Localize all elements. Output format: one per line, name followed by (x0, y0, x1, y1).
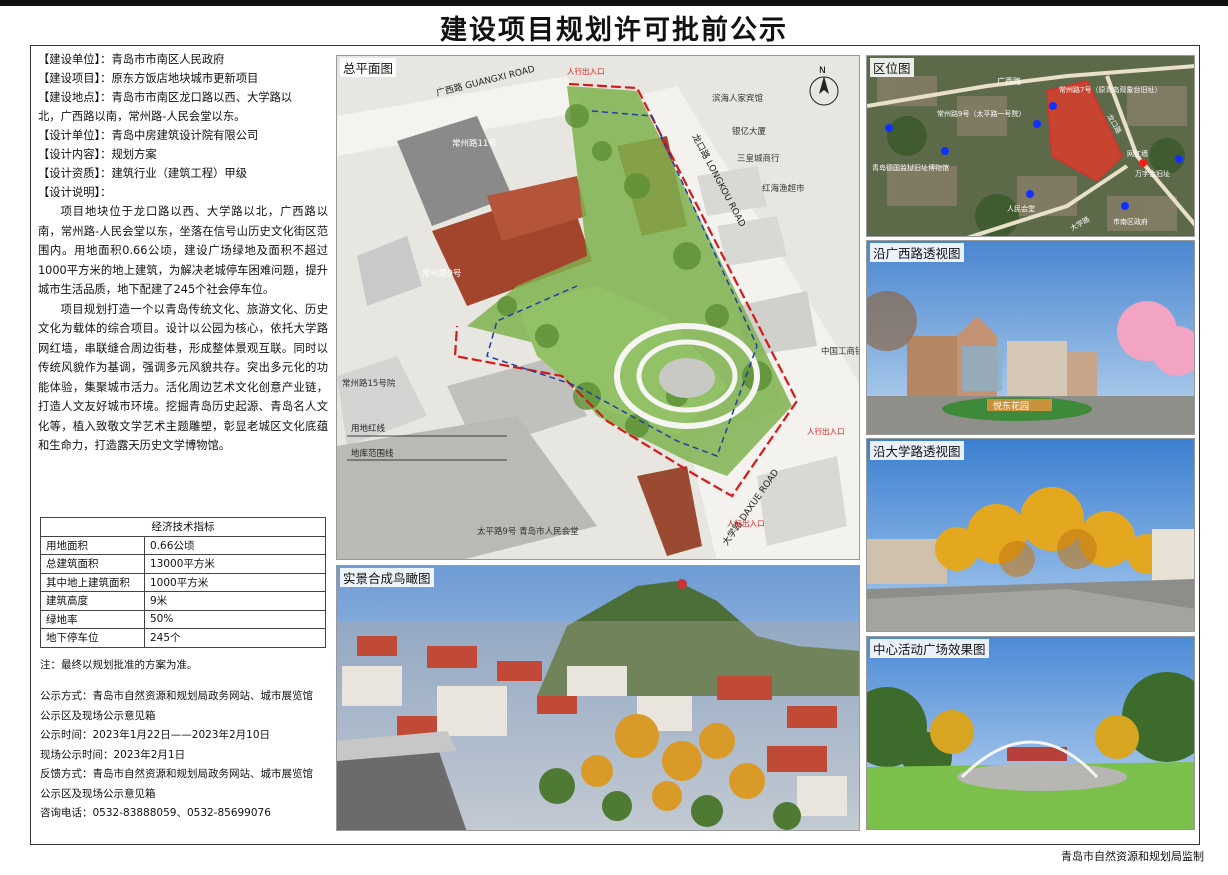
label-honghai: 红海渔超市 (762, 183, 805, 194)
loc-changzhou9: 常州路9号（太平路一号院） (937, 109, 1025, 118)
description-paragraph-2: 项目规划打造一个以青岛传统文化、旅游文化、历史文化为载体的综合项目。设计以公园为… (38, 302, 328, 453)
footer-credit: 青岛市自然资源和规划局监制 (1061, 850, 1204, 863)
label-taiping9: 太平路9号 青岛市人民会堂 (477, 526, 579, 537)
top-black-bar (0, 0, 1228, 6)
pub-line: 公示时间：2023年1月22日——2023年2月10日 (40, 729, 271, 741)
info-row-content: 【设计内容】：规划方案 (38, 148, 157, 161)
label-changzhou15: 常州路15号院 (342, 378, 396, 389)
location-map: 广西路 常州路7号（原青岛观象台旧址） 常州路9号（太平路一号院） 青岛德国监狱… (867, 56, 1194, 236)
pub-line: 公示区及现场公示意见箱 (40, 787, 156, 800)
loc-district: 市南区政府 (1113, 217, 1148, 226)
plaza-render-panel: 中心活动广场效果图 (866, 636, 1195, 830)
page-title: 建设项目规划许可批前公示 (440, 15, 788, 46)
pub-line: 公示方式：青岛市自然资源和规划局政务网站、城市展览馆 (40, 690, 313, 702)
table-row: 其中地上建筑面积 1000平方米 (40, 572, 326, 592)
table-row: 建筑高度 9米 (40, 591, 326, 611)
label-sanhui: 三皇城商行 (737, 153, 780, 164)
plaza-label: 中心活动广场效果图 (870, 639, 989, 658)
economic-indicators-table: 经济技术指标 用地面积 0.66公顷 总建筑面积 13000平方米 其中地上建筑面积… (40, 517, 326, 648)
loc-wanzi: 万字会旧址 (1135, 169, 1170, 178)
entrance-label-south: 人行出入口 (727, 518, 765, 528)
legend-boundary: 地库范围线 (351, 448, 394, 459)
guangxi-render: 悦东花园 (867, 241, 1194, 434)
description-paragraph-1: 项目地块位于龙口路以西、大学路以北，广西路以南，常州路-人民会堂以东，坐落在信号… (38, 205, 328, 296)
info-row-unit: 【建设单位】：青岛市市南区人民政府 (38, 53, 225, 66)
table-row: 总建筑面积 13000平方米 (40, 554, 326, 574)
table-row: 地下停车位 245个 (40, 628, 326, 648)
note-text: 注：最终以规划批准的方案为准。 (40, 659, 198, 671)
info-row-location-cont: 北，广西路以南，常州路-人民会堂以东。 (38, 110, 246, 123)
aerial-render (337, 566, 859, 830)
site-plan-drawing: N 广西路 GUANGXI ROAD 龙口路 LONGKOU ROAD 大学路 … (337, 56, 860, 559)
guangxi-perspective-panel: 沿广西路透视图 悦东花园 (866, 240, 1195, 435)
label-changzhou9: 常州路9号 (422, 268, 461, 279)
daxue-render (867, 439, 1194, 631)
info-row-qualification: 【设计资质】：建筑行业（建筑工程）甲级 (38, 167, 248, 180)
loc-honghong: 网红墙 (1127, 149, 1148, 158)
site-plan-label: 总平面图 (340, 58, 397, 77)
legend-redline: 用地红线 (351, 423, 386, 434)
entrance-label-east: 人行出入口 (807, 426, 845, 436)
pub-line: 公示区及现场公示意见箱 (40, 709, 156, 722)
label-changzhou11: 常州路11号 (452, 138, 497, 149)
site-plan-panel: 总平面图 N 广西路 GUANGXI ROAD 龙口路 LONGKOU ROAD… (336, 55, 860, 560)
plaza-render (867, 637, 1194, 829)
aerial-panel: 实景合成鸟瞰图 (336, 565, 860, 831)
pub-line: 现场公示时间：2023年2月1日 (40, 748, 186, 761)
info-row-project: 【建设项目】：原东方饭店地块城市更新项目 (38, 72, 259, 85)
label-icbc: 中国工商银行 (821, 346, 860, 357)
aerial-label: 实景合成鸟瞰图 (340, 568, 434, 587)
north-label: N (819, 66, 826, 76)
pub-line: 反馈方式：青岛市自然资源和规划局政务网站、城市展览馆 (40, 768, 313, 780)
table-row: 用地面积 0.66公顷 (40, 535, 326, 555)
label-binhai: 滨海人家宾馆 (712, 93, 763, 104)
publicity-info: 公示方式：青岛市自然资源和规划局政务网站、城市展览馆 公示区及现场公示意见箱 公… (40, 687, 330, 824)
info-row-designer: 【设计单位】：青岛中房建筑设计院有限公司 (38, 129, 259, 142)
guangxi-sign-text: 悦东花园 (993, 400, 1029, 412)
location-panel: 区位图 广西路 常州路7号（原青岛观象台旧址） 常州路9号（太平路一号院） 青岛… (866, 55, 1195, 237)
loc-museum: 青岛德国监狱旧址博物馆 (872, 163, 949, 172)
loc-changzhou7: 常州路7号（原青岛观象台旧址） (1059, 85, 1161, 94)
pub-line: 咨询电话：0532-83888059、0532-85699076 (40, 807, 271, 819)
table-row: 绿地率 50% (40, 609, 326, 629)
entrance-label-north: 人行出入口 (567, 66, 605, 76)
loc-guangxi: 广西路 (997, 76, 1021, 86)
location-label: 区位图 (870, 58, 914, 77)
info-row-location: 【建设地点】：青岛市市南区龙口路以西、大学路以 (38, 91, 293, 104)
daxue-perspective-panel: 沿大学路透视图 (866, 438, 1195, 632)
eco-header: 经济技术指标 (40, 517, 326, 537)
project-info: 【建设单位】：青岛市市南区人民政府 【建设项目】：原东方饭店地块城市更新项目 【… (38, 50, 328, 456)
info-row-description: 【设计说明】： (38, 186, 112, 199)
guangxi-label: 沿广西路透视图 (870, 243, 964, 262)
daxue-label: 沿大学路透视图 (870, 441, 964, 460)
label-yinyi: 银亿大厦 (732, 126, 767, 137)
loc-renmin: 人民会堂 (1007, 204, 1035, 213)
